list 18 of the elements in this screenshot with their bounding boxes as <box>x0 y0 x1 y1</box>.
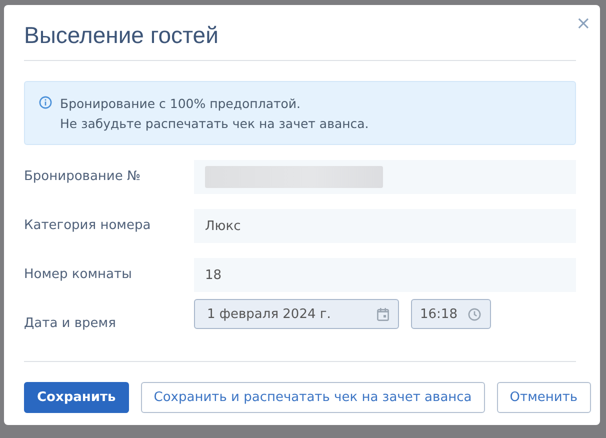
field-label: Бронирование № <box>24 168 142 186</box>
alert-text: Бронирование с 100% предоплатой. <box>60 95 302 113</box>
readonly-field[interactable]: Люкс <box>194 209 576 243</box>
info-icon <box>39 96 52 109</box>
calendar-icon <box>377 308 389 320</box>
booking-field[interactable] <box>194 160 576 194</box>
dialog-button[interactable]: Отменить <box>496 382 591 413</box>
time-field[interactable]: 16:18 <box>411 299 491 329</box>
dialog-button[interactable]: Сохранить <box>24 382 129 413</box>
clock-icon <box>468 308 481 320</box>
field-label: Номер комнаты <box>24 266 133 284</box>
date-field[interactable]: 1 февраля 2024 г. <box>194 299 399 329</box>
field-label: Дата и время <box>24 315 117 333</box>
dialog-title: Выселение гостей <box>24 22 218 49</box>
readonly-field[interactable]: 18 <box>194 258 576 292</box>
dialog-button[interactable]: Сохранить и распечатать чек на зачет аванса <box>140 382 485 413</box>
alert-text: Не забудьте распечатать чек на зачет аванса. <box>60 115 369 133</box>
field-label: Категория номера <box>24 217 152 235</box>
